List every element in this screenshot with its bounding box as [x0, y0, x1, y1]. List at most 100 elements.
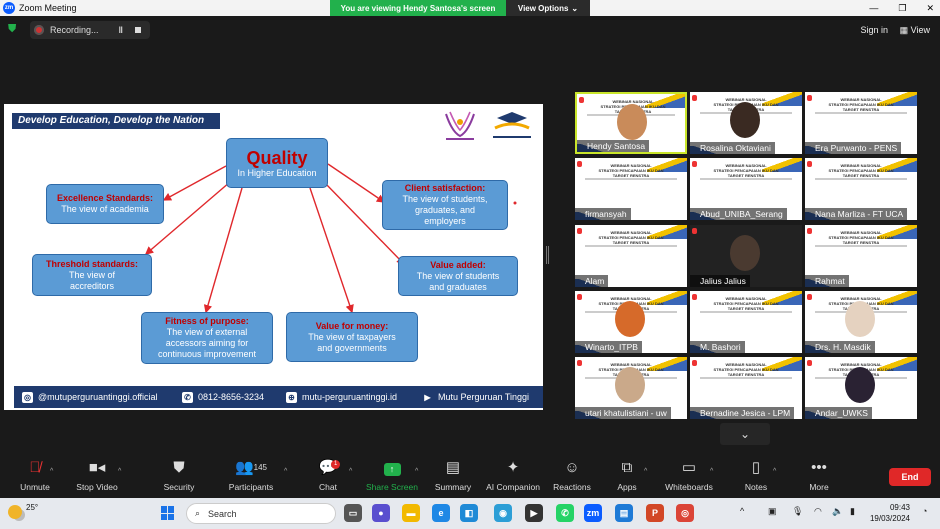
- participant-tile[interactable]: Jalius Jalius: [690, 225, 802, 287]
- wifi-icon[interactable]: ◠: [814, 506, 822, 517]
- notepad-icon[interactable]: ▤: [615, 504, 633, 522]
- whatsapp-icon[interactable]: ✆: [556, 504, 574, 522]
- participants-count: 145: [253, 463, 268, 472]
- unmute-button[interactable]: 🎙̸ Unmute ^: [0, 458, 70, 492]
- excellence-body: The view of academia: [61, 204, 149, 214]
- shield-check-icon[interactable]: ⛊: [8, 23, 20, 37]
- participant-tile[interactable]: WEBINAR NASIONALSTRATEGI PENCAPAIAN IKU …: [575, 357, 687, 419]
- youtube-icon: ▶: [424, 392, 431, 402]
- chrome-icon[interactable]: ◉: [494, 504, 512, 522]
- mic-muted-icon: [807, 161, 812, 167]
- windows-start-icon[interactable]: [161, 506, 175, 520]
- edge-icon[interactable]: e: [432, 504, 450, 522]
- stop-video-button[interactable]: ■◂ Stop Video ^: [62, 458, 132, 492]
- footer-phone: ✆ 0812-8656-3234: [182, 391, 264, 403]
- participant-tile[interactable]: WEBINAR NASIONALSTRATEGI PENCAPAIAN IKU …: [575, 225, 687, 287]
- chevron-up-icon[interactable]: ^: [118, 468, 121, 475]
- notes-label: Notes: [744, 482, 768, 492]
- whiteboard-icon: ▭: [681, 459, 697, 476]
- window-controls: — ❐ ✕: [869, 0, 934, 16]
- stop-icon[interactable]: [135, 27, 142, 33]
- zoom-taskbar-icon[interactable]: zm: [584, 504, 602, 522]
- end-meeting-button[interactable]: End: [889, 468, 931, 486]
- microsoft-store-icon[interactable]: ◧: [460, 504, 478, 522]
- whiteboards-label: Whiteboards: [665, 482, 713, 492]
- notification-icon[interactable]: ◔: [922, 506, 927, 516]
- security-button[interactable]: ⛊ Security: [144, 458, 214, 492]
- participant-tile[interactable]: WEBINAR NASIONALSTRATEGI PENCAPAIAN IKU …: [690, 357, 802, 419]
- file-explorer-icon[interactable]: ▬: [402, 504, 420, 522]
- mic-icon[interactable]: 🎙: [792, 506, 803, 517]
- tile-divider: [815, 112, 907, 114]
- maximize-icon[interactable]: ❐: [898, 3, 906, 14]
- task-view-icon[interactable]: ▭: [344, 504, 362, 522]
- volume-icon[interactable]: 🔈: [832, 506, 843, 517]
- participant-tile[interactable]: WEBINAR NASIONALSTRATEGI PENCAPAIAN IKU …: [690, 291, 802, 353]
- minimize-icon[interactable]: —: [869, 3, 878, 13]
- notes-icon: ▯: [751, 459, 761, 476]
- apps-label: Apps: [617, 482, 637, 492]
- participants-button[interactable]: 👥145 Participants ^: [216, 458, 288, 492]
- close-icon[interactable]: ✕: [926, 3, 934, 14]
- participant-tile[interactable]: WEBINAR NASIONALSTRATEGI PENCAPAIAN IKU …: [575, 291, 687, 353]
- participant-tile[interactable]: WEBINAR NASIONALSTRATEGI PENCAPAIAN IKU …: [575, 158, 687, 220]
- participant-tile[interactable]: WEBINAR NASIONALSTRATEGI PENCAPAIAN IKU …: [805, 291, 917, 353]
- gallery-next-button[interactable]: ⌄: [720, 423, 770, 445]
- pause-icon[interactable]: ‖: [119, 25, 123, 35]
- media-player-icon[interactable]: ▶: [525, 504, 543, 522]
- participant-tile[interactable]: WEBINAR NASIONALSTRATEGI PENCAPAIAN IKU …: [575, 92, 687, 154]
- participant-name: M. Bashori: [690, 341, 745, 353]
- chat-button[interactable]: 💬 1 Chat ^: [293, 458, 363, 492]
- summary-label: Summary: [434, 482, 472, 492]
- chevron-up-icon[interactable]: ^: [644, 468, 647, 475]
- more-button[interactable]: ••• More: [784, 458, 854, 492]
- weather-icon: [8, 505, 22, 519]
- weather-widget[interactable]: 25°: [6, 501, 46, 525]
- camera-icon[interactable]: ▣: [768, 506, 777, 517]
- taskbar-search[interactable]: ⌕ Search: [186, 503, 336, 524]
- client-title: Client satisfaction:: [404, 183, 486, 193]
- mic-muted-icon: [692, 161, 697, 167]
- resize-handle[interactable]: [546, 246, 549, 264]
- participant-name: Andar_UWKS: [805, 407, 872, 419]
- mic-muted-icon: [692, 294, 697, 300]
- participant-name: Alam: [575, 275, 609, 287]
- teams-icon[interactable]: ●: [372, 504, 390, 522]
- chevron-up-icon[interactable]: ^: [710, 468, 713, 475]
- whiteboards-button[interactable]: ▭ Whiteboards ^: [654, 458, 724, 492]
- recording-indicator[interactable]: Recording... ‖: [30, 21, 150, 39]
- sign-in-link[interactable]: Sign in: [860, 25, 888, 35]
- clock[interactable]: 09:43 19/03/2024: [870, 502, 910, 524]
- money-title: Value for money:: [315, 320, 389, 331]
- fitness-body-2: accessors aiming for: [165, 338, 249, 348]
- tile-webinar-text: WEBINAR NASIONALSTRATEGI PENCAPAIAN IKU …: [598, 163, 664, 178]
- view-options-button[interactable]: View Options ⌄: [506, 0, 590, 16]
- chevron-up-icon[interactable]: ^: [284, 468, 287, 475]
- security-label: Security: [163, 482, 195, 492]
- participant-name: Abud_UNIBA_Serang: [690, 208, 787, 220]
- chevron-up-icon[interactable]: ^: [50, 468, 53, 475]
- participant-tile[interactable]: WEBINAR NASIONALSTRATEGI PENCAPAIAN IKU …: [690, 158, 802, 220]
- mic-muted-icon: [692, 228, 697, 234]
- chevron-up-icon[interactable]: ^: [740, 506, 744, 516]
- grid-icon: ▦: [899, 25, 911, 35]
- participant-tile[interactable]: WEBINAR NASIONALSTRATEGI PENCAPAIAN IKU …: [805, 92, 917, 154]
- footer-youtube-text: Mutu Perguruan Tinggi: [438, 392, 530, 402]
- participant-tile[interactable]: WEBINAR NASIONALSTRATEGI PENCAPAIAN IKU …: [805, 357, 917, 419]
- participant-tile[interactable]: WEBINAR NASIONALSTRATEGI PENCAPAIAN IKU …: [805, 158, 917, 220]
- participant-tile[interactable]: WEBINAR NASIONALSTRATEGI PENCAPAIAN IKU …: [805, 225, 917, 287]
- battery-icon[interactable]: ▮: [850, 506, 855, 517]
- share-screen-button[interactable]: ↑ Share Screen ^: [357, 458, 427, 492]
- notes-button[interactable]: ▯ Notes ^: [721, 458, 791, 492]
- view-button[interactable]: ▦ View: [900, 25, 930, 36]
- tile-divider: [700, 178, 792, 180]
- stop-video-label: Stop Video: [76, 482, 118, 492]
- chevron-up-icon[interactable]: ^: [349, 468, 352, 475]
- client-body-3: employers: [424, 216, 466, 226]
- participant-tile[interactable]: WEBINAR NASIONALSTRATEGI PENCAPAIAN IKU …: [690, 92, 802, 154]
- powerpoint-icon[interactable]: P: [646, 504, 664, 522]
- chevron-up-icon[interactable]: ^: [773, 468, 776, 475]
- apps-button[interactable]: ⧉ Apps ^: [592, 458, 662, 492]
- chrome-alt-icon[interactable]: ◎: [676, 504, 694, 522]
- value-added-body-1: The view of students: [416, 270, 500, 281]
